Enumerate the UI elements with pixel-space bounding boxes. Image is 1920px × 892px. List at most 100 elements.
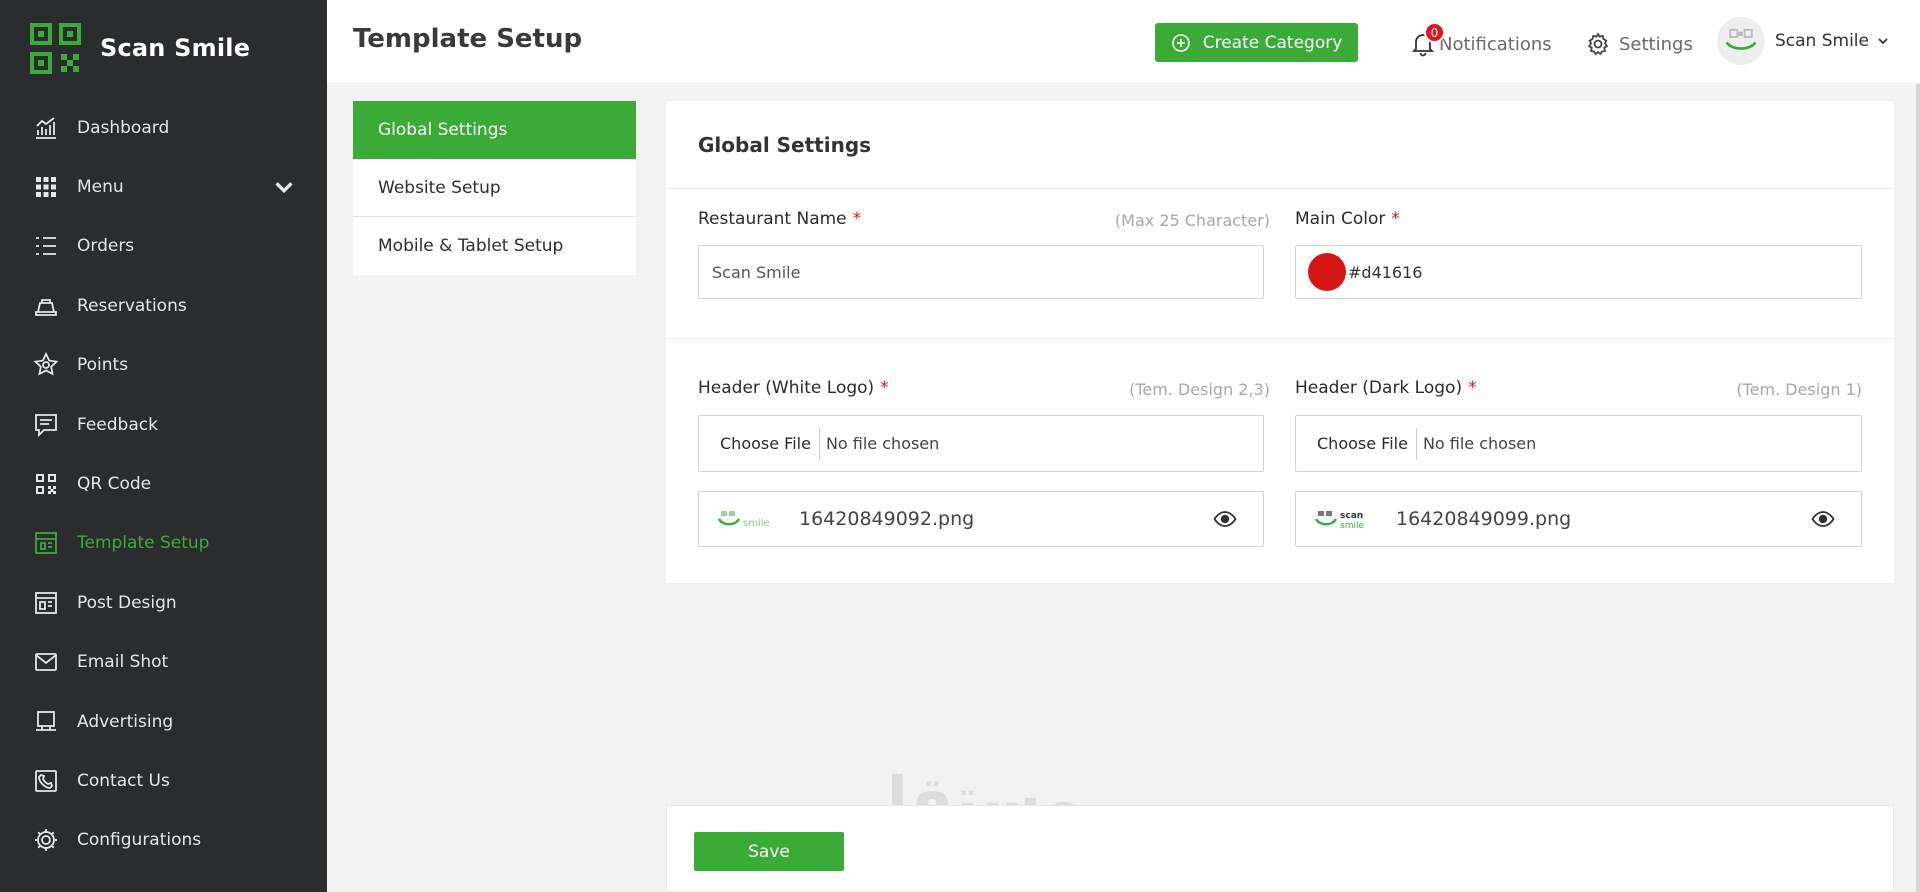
white-logo-hint: (Tem. Design 2,3) — [1129, 380, 1270, 399]
sidebar-item-reservations[interactable]: Reservations — [0, 276, 327, 335]
dark-logo-preview: scan smile 16420849099.png — [1295, 491, 1862, 547]
create-category-button[interactable]: Create Category — [1155, 23, 1358, 62]
sidebar-item-qr-code[interactable]: QR Code — [0, 454, 327, 513]
restaurant-name-label-text: Restaurant Name — [698, 209, 847, 229]
sidebar-item-contact-us[interactable]: Contact Us — [0, 751, 327, 810]
card-title: Global Settings — [698, 133, 872, 157]
sidebar-item-label: QR Code — [77, 474, 152, 495]
main-color-input[interactable]: #d41616 — [1295, 245, 1862, 299]
sidebar-item-email-shot[interactable]: Email Shot — [0, 633, 327, 692]
color-swatch[interactable] — [1308, 253, 1346, 291]
sidebar-item-post-design[interactable]: Post Design — [0, 573, 327, 632]
qr-logo-icon — [30, 22, 81, 74]
scrollbar[interactable] — [1916, 84, 1920, 892]
svg-text:smile: smile — [743, 518, 770, 529]
required-marker: * — [1391, 209, 1400, 229]
plus-circle-icon — [1171, 33, 1190, 52]
logo-thumbnail-icon: smile — [717, 511, 770, 529]
eye-icon[interactable] — [1811, 507, 1835, 531]
sidebar-item-menu[interactable]: Menu — [0, 157, 327, 216]
restaurant-name-hint: (Max 25 Character) — [1114, 211, 1270, 230]
main-color-label: Main Color * — [1295, 209, 1400, 229]
form-footer: Save — [666, 805, 1894, 892]
bell-icon: 0 — [1411, 22, 1445, 57]
chevron-down-icon[interactable] — [271, 174, 297, 200]
monitor-icon — [36, 710, 56, 731]
sidebar-item-label: Template Setup — [77, 533, 210, 554]
sidebar-item-label: Advertising — [77, 711, 174, 732]
choose-file-button[interactable]: Choose File — [1309, 427, 1417, 460]
chart-bars-icon — [36, 116, 56, 139]
required-marker: * — [1468, 378, 1477, 398]
brand-name: Scan Smile — [100, 34, 251, 62]
dark-logo-hint: (Tem. Design 1) — [1736, 380, 1862, 399]
notifications-button[interactable]: 0 Notifications — [1411, 22, 1552, 60]
white-logo-label: Header (White Logo) * — [698, 378, 889, 398]
sidebar-item-label: Menu — [77, 177, 124, 198]
sidebar-item-configurations[interactable]: Configurations — [0, 811, 327, 870]
svg-text:smile: smile — [1340, 521, 1364, 531]
top-bar: Template Setup Create Category 0 Notific… — [327, 0, 1920, 84]
restaurant-name-input[interactable]: Scan Smile — [698, 245, 1264, 299]
file-status: No file chosen — [825, 434, 940, 453]
logo-thumbnail-icon: scan smile — [1314, 511, 1364, 531]
avatar — [1717, 17, 1765, 65]
sidebar-nav: Dashboard Menu Orders Reservations Point… — [0, 98, 327, 870]
sidebar-item-label: Reservations — [77, 295, 187, 316]
notifications-label: Notifications — [1439, 33, 1552, 55]
tab-mobile-tablet-setup[interactable]: Mobile & Tablet Setup — [353, 217, 636, 275]
gear-icon — [1587, 32, 1609, 56]
eye-icon[interactable] — [1213, 507, 1237, 531]
list-icon — [36, 237, 56, 256]
required-marker: * — [880, 378, 889, 398]
mail-icon — [35, 653, 57, 672]
sidebar-item-label: Configurations — [77, 830, 202, 851]
white-logo-preview: smile 16420849092.png — [698, 491, 1264, 547]
dark-logo-label: Header (Dark Logo) * — [1295, 378, 1477, 398]
dark-logo-file-name: 16420849099.png — [1396, 508, 1572, 530]
sidebar: Scan Smile Dashboard Menu Orders Reserva… — [0, 0, 327, 892]
sidebar-item-label: Orders — [77, 236, 135, 257]
save-button[interactable]: Save — [694, 832, 844, 871]
dark-logo-file-input[interactable]: Choose File No file chosen — [1295, 415, 1862, 472]
brand-logo[interactable]: Scan Smile — [30, 21, 250, 75]
main-color-label-text: Main Color — [1295, 209, 1386, 229]
global-settings-card: Global Settings Restaurant Name * (Max 25… — [666, 101, 1894, 583]
tab-website-setup[interactable]: Website Setup — [353, 159, 636, 217]
sidebar-item-label: Points — [77, 355, 129, 376]
sidebar-item-orders[interactable]: Orders — [0, 217, 327, 276]
brand-avatar-logo-icon — [1725, 28, 1757, 50]
divider — [666, 188, 1894, 189]
sidebar-item-points[interactable]: Points — [0, 336, 327, 395]
main-color-value: #d41616 — [1348, 262, 1423, 282]
gear-icon — [35, 829, 57, 852]
white-logo-file-input[interactable]: Choose File No file chosen — [698, 415, 1264, 472]
sidebar-item-template-setup[interactable]: Template Setup — [0, 514, 327, 573]
star-icon — [33, 352, 59, 376]
divider — [666, 338, 1894, 339]
phone-icon — [35, 770, 57, 792]
restaurant-name-value: Scan Smile — [712, 262, 801, 282]
message-icon — [35, 413, 57, 437]
choose-file-button[interactable]: Choose File — [712, 427, 820, 460]
svg-text:scan: scan — [1340, 511, 1363, 521]
white-logo-label-text: Header (White Logo) — [698, 378, 875, 398]
create-category-label: Create Category — [1202, 32, 1343, 53]
settings-button[interactable]: Settings — [1586, 28, 1693, 60]
notification-badge: 0 — [1424, 22, 1445, 43]
sidebar-item-advertising[interactable]: Advertising — [0, 692, 327, 751]
file-status: No file chosen — [1422, 434, 1537, 453]
sidebar-item-dashboard[interactable]: Dashboard — [0, 98, 327, 157]
tab-global-settings[interactable]: Global Settings — [353, 101, 636, 159]
settings-tabs: Global Settings Website Setup Mobile & T… — [353, 101, 636, 275]
profile-menu[interactable]: Scan Smile — [1717, 17, 1890, 65]
qr-code-icon — [36, 474, 56, 495]
dark-logo-label-text: Header (Dark Logo) — [1295, 378, 1463, 398]
restaurant-name-label: Restaurant Name * — [698, 209, 861, 229]
white-logo-file-name: 16420849092.png — [799, 508, 975, 530]
settings-label: Settings — [1619, 33, 1693, 55]
sidebar-item-feedback[interactable]: Feedback — [0, 395, 327, 454]
reservation-icon — [35, 298, 57, 316]
sidebar-item-label: Post Design — [77, 592, 177, 613]
profile-name: Scan Smile — [1775, 31, 1869, 51]
